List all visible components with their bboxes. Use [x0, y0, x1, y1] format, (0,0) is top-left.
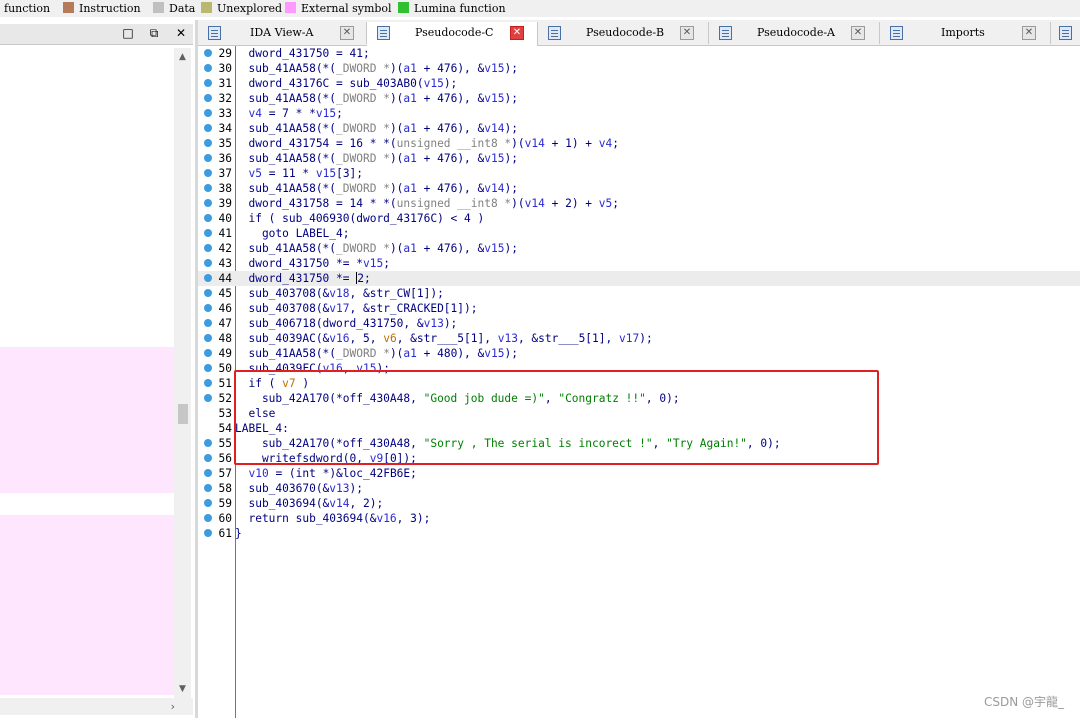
- scroll-up-icon[interactable]: ▲: [174, 50, 191, 64]
- code-line[interactable]: 47 sub_406718(dword_431750, &v13);: [198, 316, 1080, 331]
- exports-icon: [1059, 26, 1072, 40]
- pseudocode-icon: [548, 26, 561, 40]
- legend-swatch: [63, 2, 74, 13]
- code-line[interactable]: 49 sub_41AA58(*(_DWORD *)(a1 + 480), &v1…: [198, 346, 1080, 361]
- float-window-icon[interactable]: ⧉: [147, 26, 161, 40]
- code-line[interactable]: 48 sub_4039AC(&v16, 5, v6, &str___5[1], …: [198, 331, 1080, 346]
- text-cursor: [356, 272, 358, 284]
- legend-swatch: [398, 2, 409, 13]
- code-line[interactable]: 42 sub_41AA58(*(_DWORD *)(a1 + 476), &v1…: [198, 241, 1080, 256]
- code-line[interactable]: 57 v10 = (int *)&loc_42FB6E;: [198, 466, 1080, 481]
- code-line-current[interactable]: 44 dword_431750 *= 2;: [198, 271, 1080, 286]
- code-line[interactable]: 32 sub_41AA58(*(_DWORD *)(a1 + 476), &v1…: [198, 91, 1080, 106]
- legend-item-data: Data: [153, 1, 195, 16]
- left-panel: □ ⧉ ✕ ▲ ▼ ›: [0, 20, 195, 718]
- code-line[interactable]: 39 dword_431758 = 14 * *(unsigned __int8…: [198, 196, 1080, 211]
- highlighted-region: [0, 347, 174, 493]
- legend-item-unexplored: Unexplored: [201, 1, 282, 16]
- scroll-down-icon[interactable]: ▼: [174, 682, 191, 696]
- code-line[interactable]: 46 sub_403708(&v17, &str_CRACKED[1]);: [198, 301, 1080, 316]
- scroll-right-icon[interactable]: ›: [171, 698, 175, 715]
- code-line[interactable]: 37 v5 = 11 * v15[3];: [198, 166, 1080, 181]
- legend-item-function: function: [4, 2, 51, 15]
- code-line[interactable]: 58 sub_403670(&v13);: [198, 481, 1080, 496]
- legend-item-lumina-function: Lumina function: [398, 1, 506, 16]
- tab-close-icon[interactable]: ✕: [510, 26, 524, 40]
- pseudocode-icon: [719, 26, 732, 40]
- tab-close-icon[interactable]: ✕: [340, 26, 354, 40]
- horizontal-scrollbar[interactable]: ›: [0, 698, 193, 715]
- pseudocode-icon: [377, 26, 390, 40]
- code-line[interactable]: 61}: [198, 526, 1080, 541]
- code-line[interactable]: 60 return sub_403694(&v16, 3);: [198, 511, 1080, 526]
- scrollbar-thumb[interactable]: [178, 404, 188, 424]
- legend-swatch: [201, 2, 212, 13]
- tab-imports[interactable]: Imports ✕: [880, 22, 1051, 44]
- ida-view-icon: [208, 26, 221, 40]
- imports-icon: [890, 26, 903, 40]
- code-line[interactable]: 36 sub_41AA58(*(_DWORD *)(a1 + 476), &v1…: [198, 151, 1080, 166]
- code-line[interactable]: 35 dword_431754 = 16 * *(unsigned __int8…: [198, 136, 1080, 151]
- code-line[interactable]: 30 sub_41AA58(*(_DWORD *)(a1 + 476), &v1…: [198, 61, 1080, 76]
- code-line[interactable]: 38 sub_41AA58(*(_DWORD *)(a1 + 476), &v1…: [198, 181, 1080, 196]
- tab-pseudocode-a[interactable]: Pseudocode-A ✕: [709, 22, 880, 44]
- code-line[interactable]: 33 v4 = 7 * *v15;: [198, 106, 1080, 121]
- left-panel-titlebar: □ ⧉ ✕: [0, 24, 193, 45]
- tab-pseudocode-b[interactable]: Pseudocode-B ✕: [538, 22, 709, 44]
- tab-close-icon[interactable]: ✕: [851, 26, 865, 40]
- close-icon[interactable]: ✕: [174, 26, 188, 40]
- legend-swatch: [285, 2, 296, 13]
- code-line[interactable]: 59 sub_403694(&v14, 2);: [198, 496, 1080, 511]
- code-line[interactable]: 41 goto LABEL_4;: [198, 226, 1080, 241]
- code-line[interactable]: 40 if ( sub_406930(dword_43176C) < 4 ): [198, 211, 1080, 226]
- code-line[interactable]: 43 dword_431750 *= *v15;: [198, 256, 1080, 271]
- tab-bar: IDA View-A ✕ Pseudocode-C ✕ Pseudocode-B…: [198, 20, 1080, 46]
- tab-pseudocode-c[interactable]: Pseudocode-C ✕: [367, 22, 538, 46]
- tab-close-icon[interactable]: ✕: [1022, 26, 1036, 40]
- annotation-highlight-box: [234, 370, 879, 465]
- legend-swatch: [153, 2, 164, 13]
- code-line[interactable]: 45 sub_403708(&v18, &str_CW[1]);: [198, 286, 1080, 301]
- watermark: CSDN @宇龍_: [983, 695, 1064, 709]
- legend-item-instruction: Instruction: [63, 1, 141, 16]
- vertical-scrollbar[interactable]: ▲ ▼: [174, 48, 191, 698]
- tab-exports[interactable]: [1051, 22, 1080, 44]
- legend-item-external-symbol: External symbol: [285, 1, 392, 16]
- tab-ida-view-a[interactable]: IDA View-A ✕: [198, 22, 367, 44]
- maximize-icon[interactable]: □: [121, 26, 135, 40]
- code-line[interactable]: 31 dword_43176C = sub_403AB0(v15);: [198, 76, 1080, 91]
- highlighted-region: [0, 515, 174, 695]
- tab-close-icon[interactable]: ✕: [680, 26, 694, 40]
- code-line[interactable]: 34 sub_41AA58(*(_DWORD *)(a1 + 476), &v1…: [198, 121, 1080, 136]
- color-legend-bar: function Instruction Data Unexplored Ext…: [0, 0, 1080, 17]
- code-line[interactable]: 29 dword_431750 = 41;: [198, 46, 1080, 61]
